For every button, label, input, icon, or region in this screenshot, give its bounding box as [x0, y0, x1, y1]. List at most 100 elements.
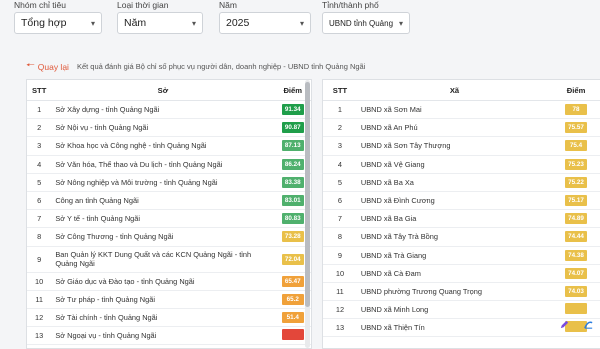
row-name: Sở Tài chính - tỉnh Quảng Ngãi — [51, 308, 275, 328]
row-name: UBND xã Sơn Mai — [356, 100, 553, 120]
table-row[interactable]: 9 Ban Quản lý KKT Dung Quất và các KCN Qu… — [27, 246, 311, 273]
row-name: UBND xã Đình Cương — [356, 191, 553, 211]
score-badge: 75.22 — [565, 176, 588, 188]
row-stt: 5 — [323, 173, 357, 192]
row-stt: 7 — [323, 209, 357, 229]
col-stt[interactable]: STT — [27, 80, 52, 101]
row-stt: 3 — [323, 136, 357, 156]
table-row[interactable]: 6 Công an tỉnh Quảng Ngãi 83.01 — [27, 191, 311, 211]
score-badge: 74.44 — [565, 231, 588, 243]
row-name: UBND xã Cà Đam — [356, 264, 553, 283]
table-row[interactable]: 1 Sở Xây dựng - tỉnh Quảng Ngãi 91.34 — [27, 100, 311, 120]
row-stt: 9 — [27, 246, 52, 273]
table-row[interactable]: 1 UBND xã Sơn Mai 78 — [323, 100, 600, 120]
back-label: Quay lại — [37, 61, 69, 72]
group-select[interactable]: Tổng hợp ▾ — [14, 12, 102, 34]
province-select[interactable]: UBND tỉnh Quảng N... ▾ — [322, 12, 410, 34]
score-badge: 51.4 — [281, 311, 304, 323]
row-name: UBND xã Minh Long — [356, 300, 553, 320]
row-name: Sở Công Thương - tỉnh Quảng Ngãi — [51, 227, 275, 247]
table-row[interactable]: 8 Sở Công Thương - tỉnh Quảng Ngãi 73.28 — [27, 227, 311, 247]
row-stt: 10 — [27, 272, 52, 291]
pen-icon[interactable] — [557, 318, 571, 332]
row-stt: 12 — [27, 308, 52, 328]
table-row[interactable]: 5 Sở Nông nghiệp và Môi trường - tỉnh Quả… — [27, 173, 311, 192]
row-score-cell: 74.89 — [552, 209, 600, 229]
table-row[interactable]: 4 Sở Văn hóa, Thể thao và Du lịch - tỉnh … — [27, 155, 311, 174]
table-row[interactable]: 12 Sở Tài chính - tỉnh Quảng Ngãi 51.4 — [27, 308, 311, 328]
row-stt: 7 — [27, 209, 52, 229]
table-row[interactable]: 7 UBND xã Ba Gia 74.89 — [323, 209, 600, 229]
score-badge: 74.03 — [565, 285, 588, 297]
score-badge: 75.23 — [565, 158, 588, 170]
row-name: Ban Quản lý KKT Dung Quất và các KCN Quả… — [51, 246, 275, 273]
table-row[interactable]: 3 UBND xã Sơn Tây Thượng 75.4 — [323, 136, 600, 156]
row-score-cell: 75.23 — [552, 155, 600, 174]
table-header-row: STT Sở Điểm — [27, 80, 311, 101]
row-name: UBND xã Sơn Tây Thượng — [356, 136, 553, 156]
table-row[interactable]: 10 UBND xã Cà Đam 74.07 — [323, 264, 600, 283]
row-name: Sở Ngoại vụ - tỉnh Quảng Ngãi — [51, 326, 275, 346]
row-stt: 5 — [27, 173, 52, 192]
arrow-left-icon: 🠔 — [26, 60, 35, 71]
table-row[interactable]: 13 Sở Ngoại vụ - tỉnh Quảng Ngãi — [27, 326, 311, 346]
score-badge: 73.28 — [281, 231, 304, 243]
table-row[interactable]: 11 Sở Tư pháp - tỉnh Quảng Ngãi 65.2 — [27, 290, 311, 309]
row-stt: 8 — [323, 227, 357, 247]
page-title: Kết quả đánh giá Bộ chỉ số phục vụ người… — [76, 62, 366, 71]
table-row[interactable]: 2 Sở Nội vụ - tỉnh Quảng Ngãi 90.87 — [27, 118, 311, 138]
year-select-value: 2025 — [226, 17, 250, 29]
group-select-value: Tổng hợp — [21, 17, 67, 29]
col-score[interactable]: Điểm — [552, 80, 600, 101]
row-score-cell: 75.4 — [552, 136, 600, 156]
score-badge: 83.38 — [281, 176, 304, 188]
chart-icon[interactable] — [581, 318, 595, 332]
table-row[interactable]: 3 Sở Khoa học và Công nghệ - tỉnh Quảng N… — [27, 136, 311, 156]
row-score-cell: 75.17 — [552, 191, 600, 211]
col-name[interactable]: Sở — [51, 80, 275, 101]
row-stt: 13 — [27, 326, 52, 346]
year-select[interactable]: 2025 ▾ — [219, 12, 311, 34]
row-name: UBND xã Thiện Tín — [356, 318, 553, 338]
table-header-row: STT Xã Điểm — [323, 80, 600, 101]
score-badge: 74.07 — [565, 267, 588, 279]
row-name: Sở Nông nghiệp và Môi trường - tỉnh Quản… — [51, 173, 275, 192]
score-badge: 78 — [565, 104, 588, 116]
row-stt: 10 — [323, 264, 357, 283]
row-name: Sở Giáo dục và Đào tạo - tỉnh Quảng Ngãi — [51, 272, 275, 291]
score-badge: 74.38 — [565, 249, 588, 261]
row-stt: 11 — [323, 282, 357, 302]
row-stt: 11 — [27, 290, 52, 309]
table-row[interactable]: 11 UBND phường Trương Quang Trọng 74.03 — [323, 282, 600, 302]
back-button[interactable]: 🠔 Quay lại — [26, 58, 69, 75]
table-row[interactable]: 2 UBND xã An Phú 75.57 — [323, 118, 600, 138]
col-stt[interactable]: STT — [323, 80, 357, 101]
table-row[interactable]: 7 Sở Y tế - tỉnh Quảng Ngãi 80.83 — [27, 209, 311, 229]
row-stt: 6 — [323, 191, 357, 211]
left-scrollbar[interactable] — [305, 80, 310, 348]
row-name: Sở Xây dựng - tỉnh Quảng Ngãi — [51, 100, 275, 120]
table-row[interactable]: 10 Sở Giáo dục và Đào tạo - tỉnh Quảng Ng… — [27, 272, 311, 291]
left-scroll-thumb[interactable] — [305, 82, 310, 307]
breadcrumb: 🠔 Quay lại Kết quả đánh giá Bộ chỉ số ph… — [26, 58, 365, 75]
row-stt: 1 — [323, 100, 357, 120]
table-row[interactable]: 8 UBND xã Tây Trà Bồng 74.44 — [323, 227, 600, 247]
table-row[interactable]: 6 UBND xã Đình Cương 75.17 — [323, 191, 600, 211]
row-score-cell: 78 — [552, 100, 600, 120]
row-score-cell: 75.57 — [552, 118, 600, 138]
row-name: UBND xã Ba Gia — [356, 209, 553, 229]
chevron-down-icon: ▾ — [398, 18, 403, 28]
period-select[interactable]: Năm ▾ — [117, 12, 203, 34]
row-name: Sở Nội vụ - tỉnh Quảng Ngãi — [51, 118, 275, 138]
row-name: Sở Khoa học và Công nghệ - tỉnh Quảng Ng… — [51, 136, 275, 156]
row-score-cell: 74.03 — [552, 282, 600, 302]
row-name: Sở Tư pháp - tỉnh Quảng Ngãi — [51, 290, 275, 309]
table-row[interactable]: 5 UBND xã Ba Xa 75.22 — [323, 173, 600, 192]
score-badge: 75.17 — [565, 195, 588, 207]
score-badge: 65.47 — [281, 275, 304, 287]
table-row[interactable]: 9 UBND xã Trà Giang 74.38 — [323, 246, 600, 265]
chevron-down-icon: ▾ — [90, 18, 95, 28]
table-row[interactable]: 4 UBND xã Vệ Giang 75.23 — [323, 155, 600, 174]
filter-group-label: Nhóm chỉ tiêu — [14, 0, 66, 10]
col-name[interactable]: Xã — [356, 80, 553, 101]
